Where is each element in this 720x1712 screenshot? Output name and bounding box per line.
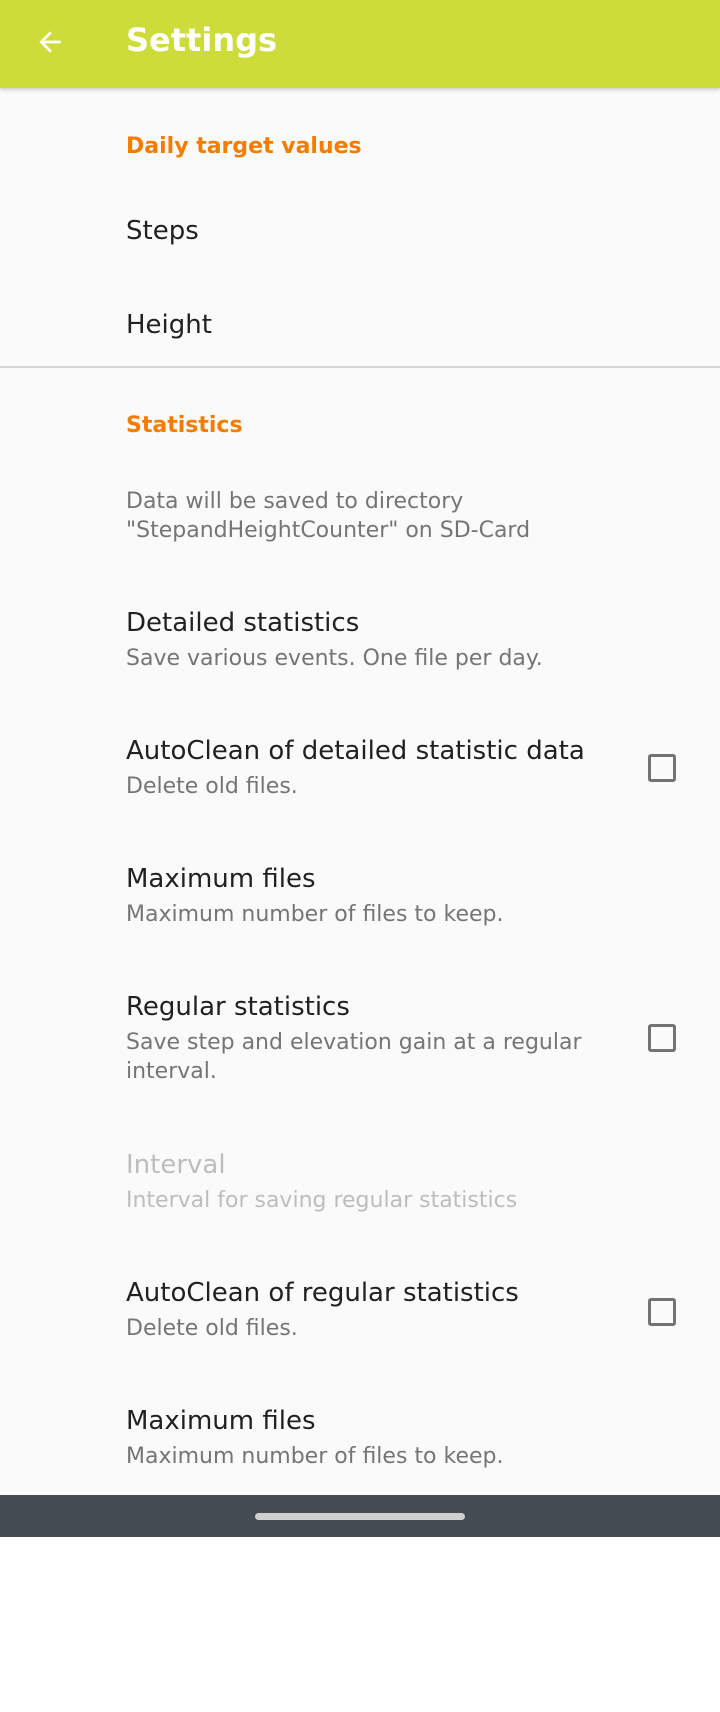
- category-daily-target-values: Daily target values: [126, 134, 362, 159]
- pref-autoclean-regular[interactable]: AutoClean of regular statistics Delete o…: [0, 1262, 720, 1390]
- pref-autoclean-detailed-summary: Delete old files.: [126, 774, 298, 799]
- arrow-back-icon: [34, 26, 66, 62]
- settings-screen: Settings Daily target values Steps Heigh…: [0, 0, 720, 1712]
- pref-regular-statistics-title: Regular statistics: [126, 992, 350, 1022]
- pref-height-title: Height: [126, 310, 212, 340]
- pref-detailed-statistics[interactable]: Detailed statistics Save various events.…: [0, 592, 720, 720]
- pref-autoclean-regular-title: AutoClean of regular statistics: [126, 1278, 519, 1308]
- category-statistics: Statistics: [126, 413, 243, 438]
- back-button[interactable]: [22, 16, 78, 72]
- pref-autoclean-regular-summary: Delete old files.: [126, 1316, 298, 1341]
- regular-statistics-checkbox[interactable]: [648, 1024, 676, 1052]
- statistics-info-text: Data will be saved to directory "Stepand…: [126, 489, 531, 543]
- pref-max-files-detailed-title: Maximum files: [126, 864, 316, 894]
- pref-interval: Interval Interval for saving regular sta…: [0, 1134, 720, 1262]
- pref-regular-statistics[interactable]: Regular statistics Save step and elevati…: [0, 976, 720, 1134]
- pref-steps-title: Steps: [126, 216, 199, 246]
- system-navigation-bar: [0, 1495, 720, 1537]
- pref-regular-statistics-summary: Save step and elevation gain at a regula…: [126, 1030, 582, 1084]
- pref-autoclean-detailed[interactable]: AutoClean of detailed statistic data Del…: [0, 720, 720, 848]
- autoclean-regular-checkbox[interactable]: [648, 1298, 676, 1326]
- page-title: Settings: [126, 21, 278, 59]
- pref-autoclean-detailed-title: AutoClean of detailed statistic data: [126, 736, 585, 766]
- pref-max-files-regular-summary: Maximum number of files to keep.: [126, 1444, 504, 1469]
- app-bar: Settings: [0, 0, 720, 88]
- autoclean-detailed-checkbox[interactable]: [648, 754, 676, 782]
- home-gesture-handle[interactable]: [255, 1513, 465, 1520]
- pref-max-files-regular-title: Maximum files: [126, 1406, 316, 1436]
- pref-detailed-statistics-title: Detailed statistics: [126, 608, 360, 638]
- pref-max-files-detailed-summary: Maximum number of files to keep.: [126, 902, 504, 927]
- pref-interval-summary: Interval for saving regular statistics: [126, 1188, 518, 1213]
- pref-max-files-detailed[interactable]: Maximum files Maximum number of files to…: [0, 848, 720, 976]
- pref-steps[interactable]: Steps: [0, 198, 720, 292]
- pref-detailed-statistics-summary: Save various events. One file per day.: [126, 646, 543, 671]
- preferences-list[interactable]: Daily target values Steps Height Statist…: [0, 88, 720, 1495]
- pref-max-files-regular[interactable]: Maximum files Maximum number of files to…: [0, 1390, 720, 1495]
- pref-interval-title: Interval: [126, 1150, 226, 1180]
- pref-height[interactable]: Height: [0, 292, 720, 386]
- category-divider: [0, 366, 720, 368]
